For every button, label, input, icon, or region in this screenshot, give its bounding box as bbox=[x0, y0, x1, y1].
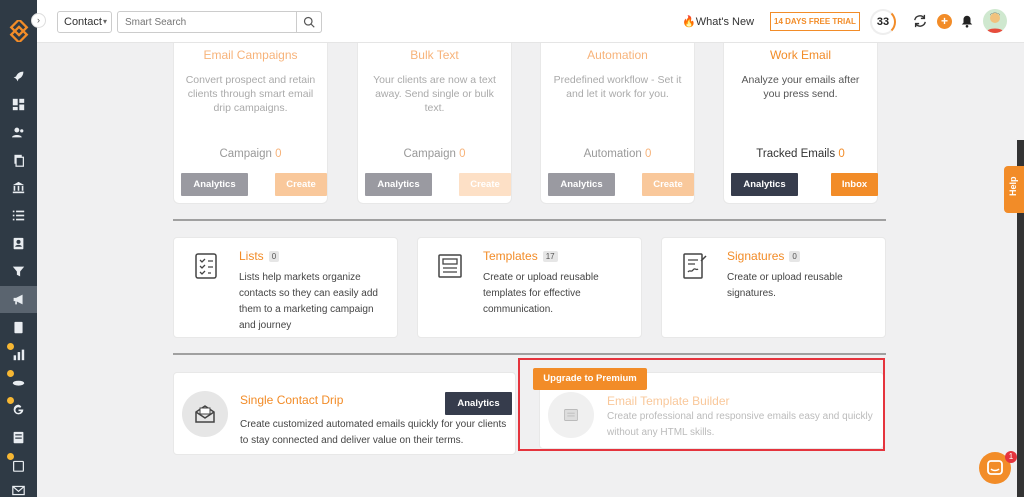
templates-title: Templates bbox=[483, 249, 538, 263]
sidebar bbox=[0, 0, 37, 497]
create-button[interactable]: Create bbox=[275, 173, 327, 196]
funnel-icon[interactable] bbox=[9, 262, 27, 280]
signatures-title: Signatures bbox=[727, 249, 785, 263]
top-header: Contact▾ 🔥What's New 14 DAYS FREE TRIAL … bbox=[37, 0, 1024, 43]
email-campaigns-card: Email Campaigns Convert prospect and ret… bbox=[173, 43, 328, 204]
create-button[interactable]: Create bbox=[459, 173, 511, 196]
contacts-icon[interactable] bbox=[9, 123, 27, 141]
drip-analytics-button[interactable]: Analytics bbox=[445, 392, 512, 415]
dashboard-icon[interactable] bbox=[9, 95, 27, 113]
analytics-button[interactable]: Analytics bbox=[548, 173, 615, 196]
user-avatar[interactable] bbox=[983, 9, 1007, 33]
documents-icon[interactable] bbox=[9, 151, 27, 169]
drip-title: Single Contact Drip bbox=[240, 393, 344, 407]
card-description: Your clients are now a text away. Send s… bbox=[373, 74, 496, 114]
inbox-button[interactable]: Inbox bbox=[831, 173, 878, 196]
count-value: 0 bbox=[838, 148, 845, 160]
search-button[interactable] bbox=[296, 11, 322, 33]
work-email-card: Work Email Analyze your emails after you… bbox=[723, 43, 878, 204]
card-title: Signatures 0 bbox=[727, 249, 800, 263]
templates-card[interactable]: Templates 17 Create or upload reusable te… bbox=[417, 237, 642, 338]
bell-icon[interactable] bbox=[960, 14, 974, 28]
drip-email-icon bbox=[182, 391, 228, 437]
card-count: Tracked Emails 0 bbox=[724, 148, 877, 160]
document-list-icon[interactable] bbox=[9, 428, 27, 446]
free-trial-badge[interactable]: 14 DAYS FREE TRIAL bbox=[770, 12, 860, 31]
card-title: Templates 17 bbox=[483, 249, 558, 263]
bank-icon[interactable] bbox=[9, 178, 27, 196]
refresh-icon[interactable] bbox=[913, 14, 927, 28]
card-description: Convert prospect and retain clients thro… bbox=[185, 74, 316, 114]
count-badge: 17 bbox=[542, 251, 558, 263]
card-description: Create or upload reusable templates for … bbox=[483, 272, 599, 315]
calendar-icon[interactable] bbox=[9, 456, 27, 474]
contact-select-label: Contact bbox=[64, 16, 102, 28]
analytics-button[interactable]: Analytics bbox=[365, 173, 432, 196]
card-description: Lists help markets organize contacts so … bbox=[239, 272, 378, 331]
count-label: Campaign bbox=[403, 148, 456, 160]
fire-icon: 🔥 bbox=[682, 16, 696, 28]
smart-search-input[interactable] bbox=[117, 11, 322, 33]
checklist-icon bbox=[195, 253, 217, 279]
lists-title: Lists bbox=[239, 249, 264, 263]
count-badge: 0 bbox=[268, 251, 280, 263]
single-contact-drip-card[interactable]: Single Contact Drip Create customized au… bbox=[173, 372, 516, 455]
signature-icon bbox=[683, 253, 707, 279]
card-title: Bulk Text bbox=[410, 48, 459, 62]
signatures-card[interactable]: Signatures 0 Create or upload reusable si… bbox=[661, 237, 886, 338]
analytics-button[interactable]: Analytics bbox=[731, 173, 798, 196]
count-label: Campaign bbox=[219, 148, 272, 160]
drip-description: Create customized automated emails quick… bbox=[240, 419, 507, 446]
section-divider bbox=[173, 219, 886, 221]
layers-icon[interactable] bbox=[9, 372, 27, 390]
card-title: Lists 0 bbox=[239, 249, 280, 263]
notes-icon[interactable] bbox=[9, 318, 27, 336]
card-title: Email Campaigns bbox=[203, 48, 298, 62]
template-icon bbox=[438, 254, 462, 278]
contact-card-icon[interactable] bbox=[9, 234, 27, 252]
card-description: Create or upload reusable signatures. bbox=[727, 272, 843, 299]
card-count: Automation 0 bbox=[541, 148, 694, 160]
bar-chart-icon[interactable] bbox=[9, 345, 27, 363]
app-logo-icon[interactable] bbox=[8, 20, 30, 42]
search-icon bbox=[303, 16, 315, 28]
count-value: 0 bbox=[459, 148, 466, 160]
card-description: Predefined workflow - Set it and let it … bbox=[553, 74, 682, 100]
contact-select[interactable]: Contact ▾ bbox=[57, 11, 112, 33]
help-label: Help bbox=[1008, 176, 1018, 196]
chat-notification-badge: 1 bbox=[1005, 451, 1017, 463]
automation-card: Automation Predefined workflow - Set it … bbox=[540, 43, 695, 204]
upgrade-to-premium-button[interactable]: Upgrade to Premium bbox=[533, 368, 647, 390]
card-title: Automation bbox=[587, 48, 648, 62]
bulk-text-card: Bulk Text Your clients are now a text aw… bbox=[357, 43, 512, 204]
chevron-down-icon: ▾ bbox=[102, 17, 107, 26]
count-label: Automation bbox=[583, 148, 642, 160]
whats-new-label: What's New bbox=[695, 16, 755, 28]
card-description: Analyze your emails after you press send… bbox=[741, 74, 860, 100]
mail-icon[interactable] bbox=[9, 481, 27, 497]
card-count: Campaign 0 bbox=[358, 148, 511, 160]
card-title: Work Email bbox=[769, 48, 832, 62]
count-label: Tracked Emails bbox=[756, 148, 836, 160]
google-icon[interactable] bbox=[9, 400, 27, 418]
section-divider bbox=[173, 353, 886, 355]
count-value: 0 bbox=[644, 148, 652, 160]
card-count: Campaign 0 bbox=[174, 148, 327, 160]
analytics-button[interactable]: Analytics bbox=[181, 173, 248, 196]
lists-card[interactable]: Lists 0 Lists help markets organize conta… bbox=[173, 237, 398, 338]
help-tab[interactable]: Help bbox=[1004, 166, 1024, 213]
whats-new-link[interactable]: 🔥What's New bbox=[682, 15, 754, 28]
count-value: 0 bbox=[275, 148, 282, 160]
rocket-icon[interactable] bbox=[9, 67, 27, 85]
add-button[interactable]: + bbox=[937, 14, 952, 29]
sidebar-collapse-button[interactable]: › bbox=[31, 13, 46, 28]
megaphone-icon[interactable] bbox=[9, 290, 27, 308]
list-icon[interactable] bbox=[9, 206, 27, 224]
score-badge[interactable]: 33 bbox=[870, 9, 896, 35]
count-badge: 0 bbox=[789, 251, 800, 263]
create-button[interactable]: Create bbox=[642, 173, 694, 196]
